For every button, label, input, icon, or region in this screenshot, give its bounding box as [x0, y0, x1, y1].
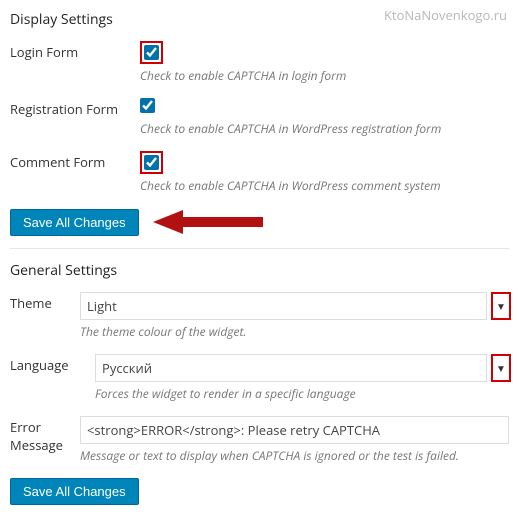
language-label: Language — [10, 354, 95, 374]
comment-form-checkbox[interactable] — [144, 155, 159, 170]
annotation-highlight-login — [140, 41, 163, 64]
general-settings-heading: General Settings — [10, 261, 509, 280]
error-message-hint: Message or text to display when CAPTCHA … — [80, 447, 509, 464]
save-all-changes-button-bottom[interactable]: Save All Changes — [10, 478, 139, 505]
language-row: Language Русский ▼ Forces the widget to … — [10, 354, 509, 402]
watermark-text: KtoNaNovenkogo.ru — [384, 6, 507, 24]
language-select[interactable]: Русский — [95, 354, 487, 382]
registration-form-row: Registration Form Check to enable CAPTCH… — [10, 98, 509, 137]
comment-form-hint: Check to enable CAPTCHA in WordPress com… — [140, 177, 509, 194]
comment-form-label: Comment Form — [10, 151, 140, 171]
save-all-changes-button[interactable]: Save All Changes — [10, 209, 139, 236]
section-divider — [10, 248, 509, 249]
error-message-input[interactable] — [80, 416, 509, 444]
theme-row: Theme Light ▼ The theme colour of the wi… — [10, 292, 509, 340]
error-message-row: Error Message Message or text to display… — [10, 416, 509, 464]
registration-form-checkbox[interactable] — [140, 98, 155, 113]
login-form-hint: Check to enable CAPTCHA in login form — [140, 67, 509, 84]
login-form-checkbox[interactable] — [144, 45, 159, 60]
theme-label: Theme — [10, 292, 80, 312]
login-form-label: Login Form — [10, 41, 140, 61]
error-message-label: Error Message — [10, 416, 80, 454]
comment-form-row: Comment Form Check to enable CAPTCHA in … — [10, 151, 509, 194]
registration-form-label: Registration Form — [10, 98, 140, 118]
annotation-highlight-comment — [140, 151, 163, 174]
theme-select[interactable]: Light — [80, 292, 487, 320]
theme-hint: The theme colour of the widget. — [80, 323, 509, 340]
registration-form-hint: Check to enable CAPTCHA in WordPress reg… — [140, 120, 509, 137]
annotation-highlight-theme-caret: ▼ — [491, 292, 511, 320]
annotation-arrow-icon — [153, 208, 263, 236]
annotation-highlight-language-caret: ▼ — [491, 354, 511, 382]
login-form-row: Login Form Check to enable CAPTCHA in lo… — [10, 41, 509, 84]
language-hint: Forces the widget to render in a specifi… — [95, 385, 509, 402]
